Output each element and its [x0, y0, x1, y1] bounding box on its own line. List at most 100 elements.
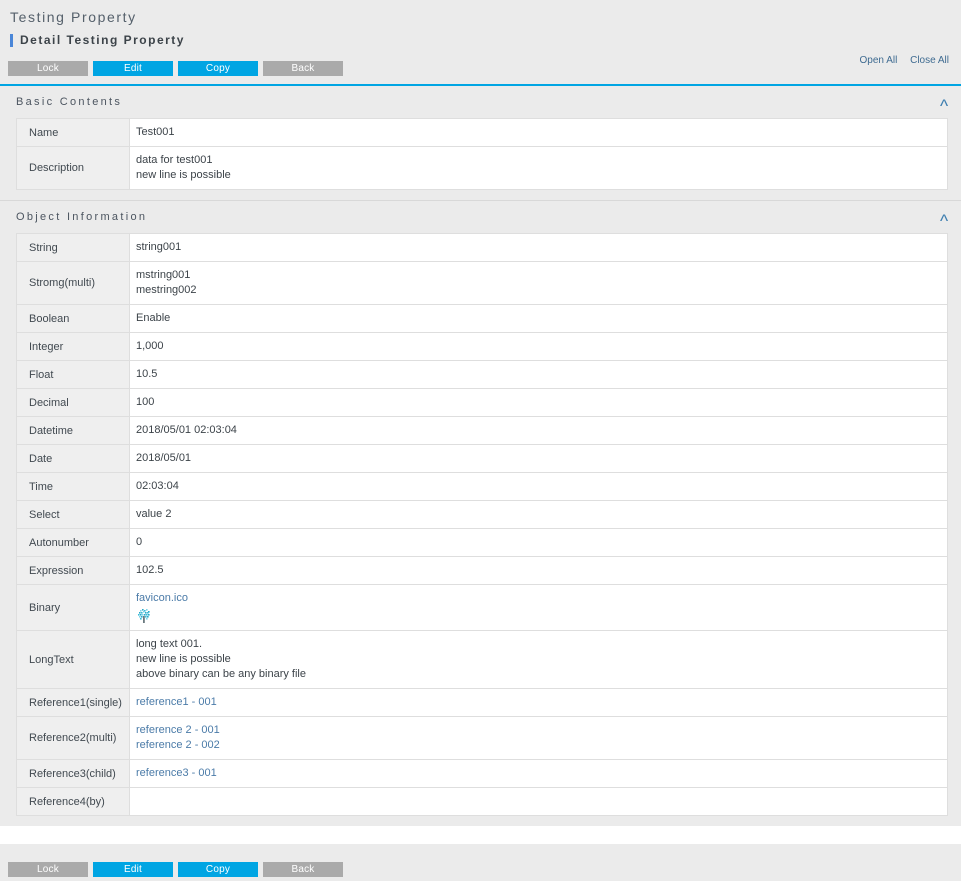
open-all-link[interactable]: Open All	[860, 55, 898, 66]
row-label: Datetime	[16, 416, 130, 445]
row-label: Date	[16, 444, 130, 473]
table-row: Boolean Enable	[16, 304, 948, 333]
sub-title: Detail Testing Property	[20, 33, 185, 47]
value-link[interactable]: reference 2 - 001	[136, 723, 947, 738]
row-label: Reference2(multi)	[16, 716, 130, 760]
row-value: reference3 - 001	[129, 759, 948, 788]
page-title: Testing Property	[10, 9, 137, 25]
value-link[interactable]: reference1 - 001	[136, 695, 947, 710]
table-row: Reference4(by)	[16, 787, 948, 816]
table-row: Description data for test001 new line is p…	[16, 146, 948, 190]
value-text: value 2	[136, 508, 172, 520]
value-text: 02:03:04	[136, 480, 179, 492]
row-label: Description	[16, 146, 130, 190]
bottom-toolbar: Lock Edit Copy Back	[0, 845, 961, 881]
table-row: Float 10.5	[16, 360, 948, 389]
section-basic-contents: Basic Contents ʌ Name Test001 Description dat…	[0, 86, 961, 200]
table-row: Expression 102.5	[16, 556, 948, 585]
row-value: Enable	[129, 304, 948, 333]
bottom-white-spacer	[0, 826, 961, 844]
table-row: Select value 2	[16, 500, 948, 529]
row-label: Select	[16, 500, 130, 529]
section-header[interactable]: Basic Contents ʌ	[0, 86, 961, 118]
top-lock-button[interactable]: Lock	[8, 60, 88, 76]
value-text: above binary can be any binary file	[136, 668, 306, 680]
row-value: value 2	[129, 500, 948, 529]
sections-container: Basic Contents ʌ Name Test001 Description dat…	[0, 86, 961, 826]
section-body: Name Test001 Description data for test001 ne…	[0, 118, 961, 200]
top-copy-button[interactable]: Copy	[178, 60, 258, 76]
table-row: Reference1(single) reference1 - 001	[16, 688, 948, 717]
row-label: Reference1(single)	[16, 688, 130, 717]
row-label: Expression	[16, 556, 130, 585]
value-text: 1,000	[136, 340, 164, 352]
row-label: String	[16, 233, 130, 262]
table-row: Autonumber 0	[16, 528, 948, 557]
bottom-copy-button[interactable]: Copy	[178, 861, 258, 877]
row-value: 02:03:04	[129, 472, 948, 501]
value-text: new line is possible	[136, 169, 231, 181]
property-table: Name Test001 Description data for test001 ne…	[16, 118, 948, 190]
value-text: Enable	[136, 312, 171, 324]
chevron-up-icon[interactable]: ʌ	[940, 96, 948, 108]
row-value: 102.5	[129, 556, 948, 585]
table-row: Stromg(multi) mstring001 mestring002	[16, 261, 948, 305]
sub-title-row: Detail Testing Property	[0, 26, 961, 49]
value-text: 0	[136, 536, 143, 548]
row-value: favicon.ico	[129, 584, 948, 631]
row-label: Time	[16, 472, 130, 501]
row-label: Reference3(child)	[16, 759, 130, 788]
top-back-button[interactable]: Back	[263, 60, 343, 76]
bottom-lock-button[interactable]: Lock	[8, 861, 88, 877]
table-row: Datetime 2018/05/01 02:03:04	[16, 416, 948, 445]
row-value: 100	[129, 388, 948, 417]
value-text: 2018/05/01	[136, 452, 192, 464]
row-value: data for test001 new line is possible	[129, 146, 948, 190]
value-text: 100	[136, 396, 155, 408]
row-value: 0	[129, 528, 948, 557]
section-header[interactable]: Object Information ʌ	[0, 201, 961, 233]
table-row: Decimal 100	[16, 388, 948, 417]
row-value: reference1 - 001	[129, 688, 948, 717]
row-label: Autonumber	[16, 528, 130, 557]
value-link[interactable]: reference3 - 001	[136, 766, 947, 781]
row-value: 2018/05/01	[129, 444, 948, 473]
close-all-link[interactable]: Close All	[910, 55, 949, 66]
value-link[interactable]: reference 2 - 002	[136, 738, 947, 753]
row-value: 10.5	[129, 360, 948, 389]
value-text: long text 001.	[136, 638, 203, 650]
section-body: String string001 Stromg(multi) mstring001 me…	[0, 233, 961, 826]
value-text: Test001	[136, 126, 175, 138]
row-label: Float	[16, 360, 130, 389]
row-label: Reference4(by)	[16, 787, 130, 816]
top-edit-button[interactable]: Edit	[93, 60, 173, 76]
chevron-up-icon[interactable]: ʌ	[940, 211, 948, 223]
property-table: String string001 Stromg(multi) mstring001 me…	[16, 233, 948, 816]
section-object-information: Object Information ʌ String string001 Stromg…	[0, 201, 961, 826]
value-text: mestring002	[136, 284, 197, 296]
row-value: 1,000	[129, 332, 948, 361]
value-text: data for test001	[136, 154, 213, 166]
table-row: Integer 1,000	[16, 332, 948, 361]
value-text: mstring001	[136, 269, 191, 281]
row-value: 2018/05/01 02:03:04	[129, 416, 948, 445]
table-row: Reference2(multi) reference 2 - 001 refere…	[16, 716, 948, 760]
section-title: Object Information	[16, 211, 148, 223]
table-row: LongText long text 001. new line is possib…	[16, 630, 948, 689]
value-text: 2018/05/01 02:03:04	[136, 424, 237, 436]
row-label: Boolean	[16, 304, 130, 333]
value-link[interactable]: favicon.ico	[136, 591, 947, 606]
row-value: string001	[129, 233, 948, 262]
table-row: String string001	[16, 233, 948, 262]
table-row: Reference3(child) reference3 - 001	[16, 759, 948, 788]
row-value: long text 001. new line is possible above …	[129, 630, 948, 689]
bottom-edit-button[interactable]: Edit	[93, 861, 173, 877]
row-label: Decimal	[16, 388, 130, 417]
row-value	[129, 787, 948, 816]
favicon-tree-icon	[138, 609, 150, 623]
section-title: Basic Contents	[16, 96, 123, 108]
toolbar-links: Open All Close All	[850, 55, 950, 66]
bottom-back-button[interactable]: Back	[263, 861, 343, 877]
row-label: Name	[16, 118, 130, 147]
value-text: new line is possible	[136, 653, 231, 665]
